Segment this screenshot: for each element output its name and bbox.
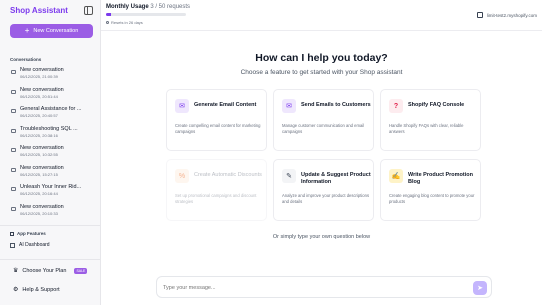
sidebar-toggle-icon[interactable] (84, 6, 93, 15)
resets-info: Resets in 26 days (106, 20, 143, 25)
conversation-time: 06/12/2025, 15:27:15 (20, 171, 58, 177)
conversation-time: 06/12/2025, 10:32:55 (20, 152, 58, 157)
sidebar-divider (0, 225, 101, 226)
usage-progress-bar (106, 13, 186, 16)
choose-plan-label: Choose Your Plan (22, 267, 67, 274)
chat-icon (11, 167, 16, 172)
ai-dashboard-link[interactable]: AI Dashboard (10, 242, 50, 248)
card-title: Shopify FAQ Console (408, 102, 465, 108)
send-icon: ✉ (282, 99, 296, 113)
conversation-time: 06/12/2025, 21:00:39 (20, 74, 58, 79)
page-subtitle: Choose a feature to get started with you… (240, 69, 403, 76)
message-composer: ➤ (156, 276, 492, 298)
conversation-item[interactable]: New conversation 06/12/2025, 10:32:55 (0, 144, 100, 164)
conversation-title: Troubleshooting SQL ... (20, 125, 78, 132)
ai-dashboard-label: AI Dashboard (19, 242, 50, 248)
header-divider (101, 30, 542, 31)
chat-icon (11, 148, 16, 152)
usage-progress-fill (106, 13, 111, 16)
chat-icon (11, 187, 16, 191)
send-button[interactable]: ➤ (473, 281, 487, 295)
card-description: Manage customer communication and email … (282, 123, 365, 134)
card-description: Handle Shopify FAQs with clear, reliable… (389, 123, 464, 134)
chat-icon (11, 109, 16, 113)
conversation-title: New conversation (20, 145, 64, 151)
send-arrow-icon: ➤ (477, 285, 483, 292)
sidebar-divider (0, 259, 101, 260)
feature-card-generate-email[interactable]: ✉ Generate Email Content Create compelli… (166, 89, 267, 151)
help-support-button[interactable]: ⚙ Help & Support (13, 286, 60, 294)
feature-card-create-discounts[interactable]: % Create Automatic Discounts Set up prom… (166, 159, 267, 221)
email-icon: ✉ (175, 99, 189, 113)
book-icon (10, 231, 14, 236)
conversation-time: 06/12/2025, 20:38:16 (20, 132, 58, 138)
conversation-list: New conversation 06/12/2025, 21:00:39 Ne… (0, 66, 100, 222)
conversation-item[interactable]: Unleash Your Inner Rid... 06/12/2025, 20… (0, 183, 100, 203)
conversation-item[interactable]: New conversation 06/12/2025, 15:27:15 (0, 164, 100, 184)
clock-icon (106, 21, 109, 24)
app-brand: Shop Assistant (10, 6, 68, 15)
edit-icon: ✎ (282, 169, 296, 183)
conversation-title: General Assistance for ... (20, 106, 82, 112)
new-conversation-label: New Conversation (33, 28, 79, 34)
conversation-title: New conversation (20, 86, 64, 93)
conversation-title: New conversation (20, 164, 64, 171)
help-label: Help & Support (22, 286, 60, 293)
store-domain: limit-test2.myshopify.com (486, 12, 537, 18)
conversation-item[interactable]: New conversation 06/12/2025, 20:10:33 (0, 203, 100, 223)
choose-plan-button[interactable]: ♛ Choose Your Plan SALE (13, 267, 88, 274)
new-conversation-button[interactable]: + New Conversation (10, 24, 93, 38)
question-icon: ? (389, 99, 403, 113)
app-features-label: App Features (17, 231, 46, 236)
chat-icon (11, 89, 16, 94)
conversation-title: Unleash Your Inner Rid... (20, 184, 82, 190)
sidebar: Shop Assistant + New Conversation Conver… (0, 0, 101, 305)
conversation-title: New conversation (20, 67, 64, 73)
card-title: Write Product Promotion Blog (408, 172, 473, 185)
conversation-time: 06/12/2025, 20:10:33 (20, 210, 58, 216)
usage-label: Monthly Usage (106, 4, 149, 10)
usage-count: 3 / 50 requests (150, 4, 191, 10)
conversations-heading: Conversations (10, 57, 42, 62)
conversation-item[interactable]: New conversation 06/12/2025, 20:51:44 (0, 86, 100, 106)
conversation-title: New conversation (20, 203, 64, 210)
store-icon (476, 12, 483, 18)
conversation-item[interactable]: New conversation 06/12/2025, 21:00:39 (0, 66, 100, 86)
conversation-time: 06/12/2025, 20:40:57 (20, 113, 58, 118)
card-title: Update & Suggest Product Information (301, 172, 371, 185)
card-description: Create engaging blog content to promote … (389, 193, 475, 204)
resets-text: Resets in 26 days (111, 20, 143, 25)
feature-card-write-blog[interactable]: ✍ Write Product Promotion Blog Create en… (380, 159, 481, 221)
usage-title: Monthly Usage 3 / 50 requests (106, 4, 190, 10)
card-description: Set up promotional campaigns and discoun… (175, 193, 257, 204)
discount-icon: % (175, 169, 189, 183)
pen-icon: ✍ (389, 169, 403, 183)
chat-icon (11, 70, 16, 74)
plus-icon: + (24, 26, 30, 35)
conversation-time: 06/12/2025, 20:51:44 (20, 93, 58, 99)
or-prompt-text: Or simply type your own question below (272, 234, 371, 240)
card-description: Analyze and improve your product descrip… (282, 193, 370, 204)
conversation-item[interactable]: Troubleshooting SQL ... 06/12/2025, 20:3… (0, 125, 100, 145)
card-title: Send Emails to Customers (301, 102, 371, 108)
feature-card-send-emails[interactable]: ✉ Send Emails to Customers Manage custom… (273, 89, 374, 151)
sale-badge: SALE (74, 267, 88, 274)
card-description: Create compelling email content for mark… (175, 123, 261, 134)
message-input[interactable] (163, 281, 463, 295)
page-title: How can I help you today? (255, 52, 388, 64)
store-indicator: limit-test2.myshopify.com (476, 12, 537, 18)
help-icon: ⚙ (13, 287, 19, 293)
crown-icon: ♛ (13, 268, 19, 274)
card-title: Generate Email Content (194, 102, 257, 108)
chat-icon (11, 206, 16, 211)
feature-card-update-product[interactable]: ✎ Update & Suggest Product Information A… (273, 159, 374, 221)
dashboard-icon (10, 242, 15, 248)
app-features-heading: App Features (10, 231, 46, 236)
conversation-item[interactable]: General Assistance for ... 06/12/2025, 2… (0, 105, 100, 125)
conversation-time: 06/12/2025, 20:16:44 (20, 191, 58, 196)
card-title: Create Automatic Discounts (194, 172, 262, 178)
feature-card-faq-console[interactable]: ? Shopify FAQ Console Handle Shopify FAQ… (380, 89, 481, 151)
chat-icon (11, 128, 16, 133)
